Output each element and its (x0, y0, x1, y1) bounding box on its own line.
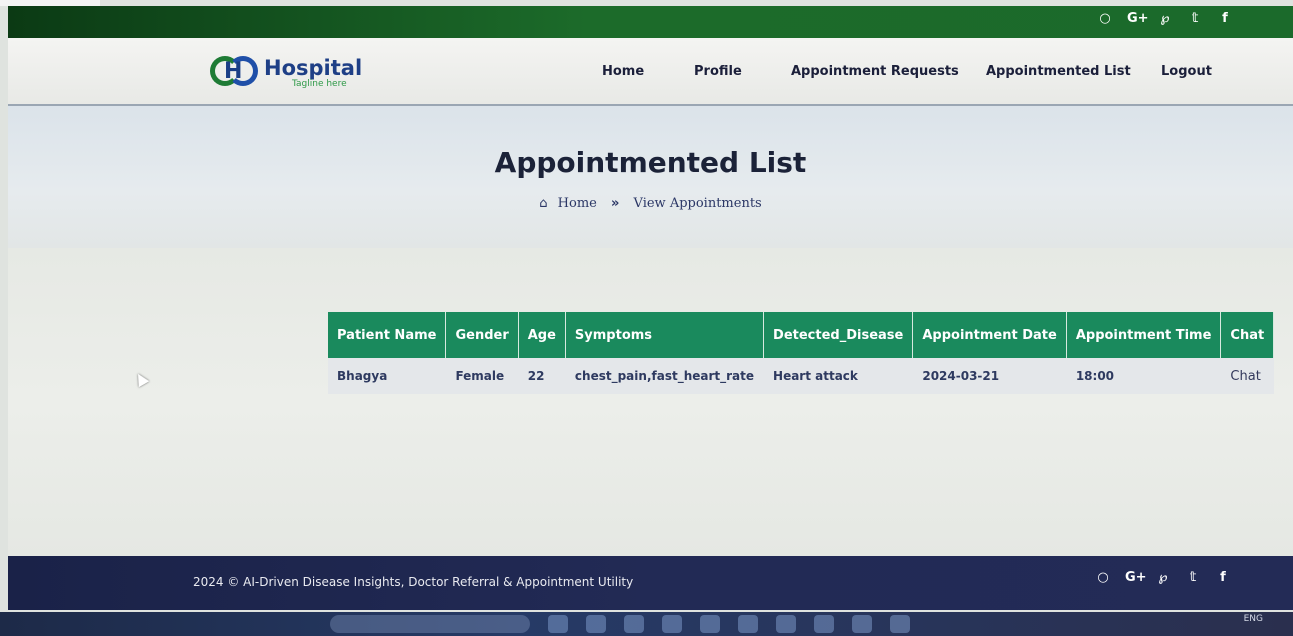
cell-patient-name: Bhagya (328, 358, 446, 394)
taskbar-app-icon[interactable] (852, 615, 872, 633)
taskbar-app-icon[interactable] (776, 615, 796, 633)
header-symptoms: Symptoms (565, 312, 765, 358)
taskbar-search-icon[interactable] (330, 615, 530, 633)
header-patient-name: Patient Name (328, 312, 447, 358)
nav-appointment-requests[interactable]: Appointment Requests (791, 64, 959, 79)
twitter-icon[interactable]: 𝕥 (1187, 11, 1203, 26)
pinterest-icon[interactable]: ℘ (1155, 570, 1171, 585)
twitter-icon[interactable]: 𝕥 (1185, 570, 1201, 585)
logo-letter: H (224, 59, 243, 84)
brand-tagline: Tagline here (292, 79, 347, 89)
github-icon[interactable]: ○ (1097, 11, 1113, 26)
breadcrumb: ⌂ Home » View Appointments (8, 196, 1293, 211)
taskbar-app-icon[interactable] (814, 615, 834, 633)
taskbar-language[interactable]: ENG (1244, 614, 1263, 624)
brand-name: Hospital (264, 56, 363, 80)
facebook-icon[interactable]: f (1217, 11, 1233, 26)
main-content: Patient Name Gender Age Symptoms Detecte… (8, 248, 1293, 556)
logo-text: Hospital Tagline here (264, 57, 362, 89)
pinterest-icon[interactable]: ℘ (1157, 11, 1173, 26)
cell-appointment-time: 18:00 (1066, 358, 1221, 394)
top-social-links: ○ G+ ℘ 𝕥 f (1097, 11, 1233, 26)
taskbar-apps (330, 615, 910, 633)
breadcrumb-separator-icon: » (611, 196, 620, 211)
footer-copyright: 2024 © AI-Driven Disease Insights, Docto… (193, 575, 634, 589)
github-icon[interactable]: ○ (1095, 570, 1111, 585)
taskbar-app-icon[interactable] (586, 615, 606, 633)
appointments-table: Patient Name Gender Age Symptoms Detecte… (328, 312, 1275, 394)
cell-detected-disease: Heart attack (763, 358, 913, 394)
nav-home[interactable]: Home (602, 64, 644, 79)
taskbar-app-icon[interactable] (548, 615, 568, 633)
taskbar-app-icon[interactable] (738, 615, 758, 633)
taskbar-app-icon[interactable] (700, 615, 720, 633)
taskbar-app-icon[interactable] (890, 615, 910, 633)
logo-mark-icon: H (206, 50, 262, 96)
footer-social-links: ○ G+ ℘ 𝕥 f (1095, 570, 1231, 585)
nav-appointmented-list[interactable]: Appointmented List (986, 64, 1131, 79)
navbar: H Hospital Tagline here Home Profile App… (8, 38, 1293, 106)
header-age: Age (518, 312, 566, 358)
nav-logout[interactable]: Logout (1161, 64, 1212, 79)
table-row: Bhagya Female 22 chest_pain,fast_heart_r… (328, 358, 1274, 394)
header-appointment-time: Appointment Time (1066, 312, 1222, 358)
nav-profile[interactable]: Profile (694, 64, 742, 79)
page-header: Appointmented List ⌂ Home » View Appoint… (8, 106, 1293, 248)
os-taskbar: ENG (0, 612, 1293, 636)
home-icon: ⌂ (539, 196, 548, 211)
footer: 2024 © AI-Driven Disease Insights, Docto… (8, 556, 1293, 610)
taskbar-app-icon[interactable] (662, 615, 682, 633)
header-chat: Chat (1220, 312, 1275, 358)
header-detected-disease: Detected_Disease (763, 312, 914, 358)
google-plus-icon[interactable]: G+ (1127, 11, 1149, 26)
cell-age: 22 (518, 358, 566, 394)
screen: ○ G+ ℘ 𝕥 f H Hospital Tagline here Home … (0, 0, 1293, 636)
breadcrumb-current: View Appointments (633, 196, 762, 211)
taskbar-app-icon[interactable] (624, 615, 644, 633)
cell-gender: Female (445, 358, 519, 394)
header-gender: Gender (445, 312, 519, 358)
logo[interactable]: H Hospital Tagline here (206, 50, 362, 96)
cell-symptoms: chest_pain,fast_heart_rate (565, 358, 764, 394)
page-title: Appointmented List (494, 146, 807, 179)
facebook-icon[interactable]: f (1215, 570, 1231, 585)
header-appointment-date: Appointment Date (912, 312, 1067, 358)
google-plus-icon[interactable]: G+ (1125, 570, 1147, 585)
breadcrumb-home[interactable]: Home (558, 196, 597, 211)
table-header-row: Patient Name Gender Age Symptoms Detecte… (328, 312, 1275, 358)
cell-appointment-date: 2024-03-21 (912, 358, 1067, 394)
top-bar: ○ G+ ℘ 𝕥 f (8, 6, 1293, 38)
chat-link[interactable]: Chat (1220, 358, 1274, 394)
